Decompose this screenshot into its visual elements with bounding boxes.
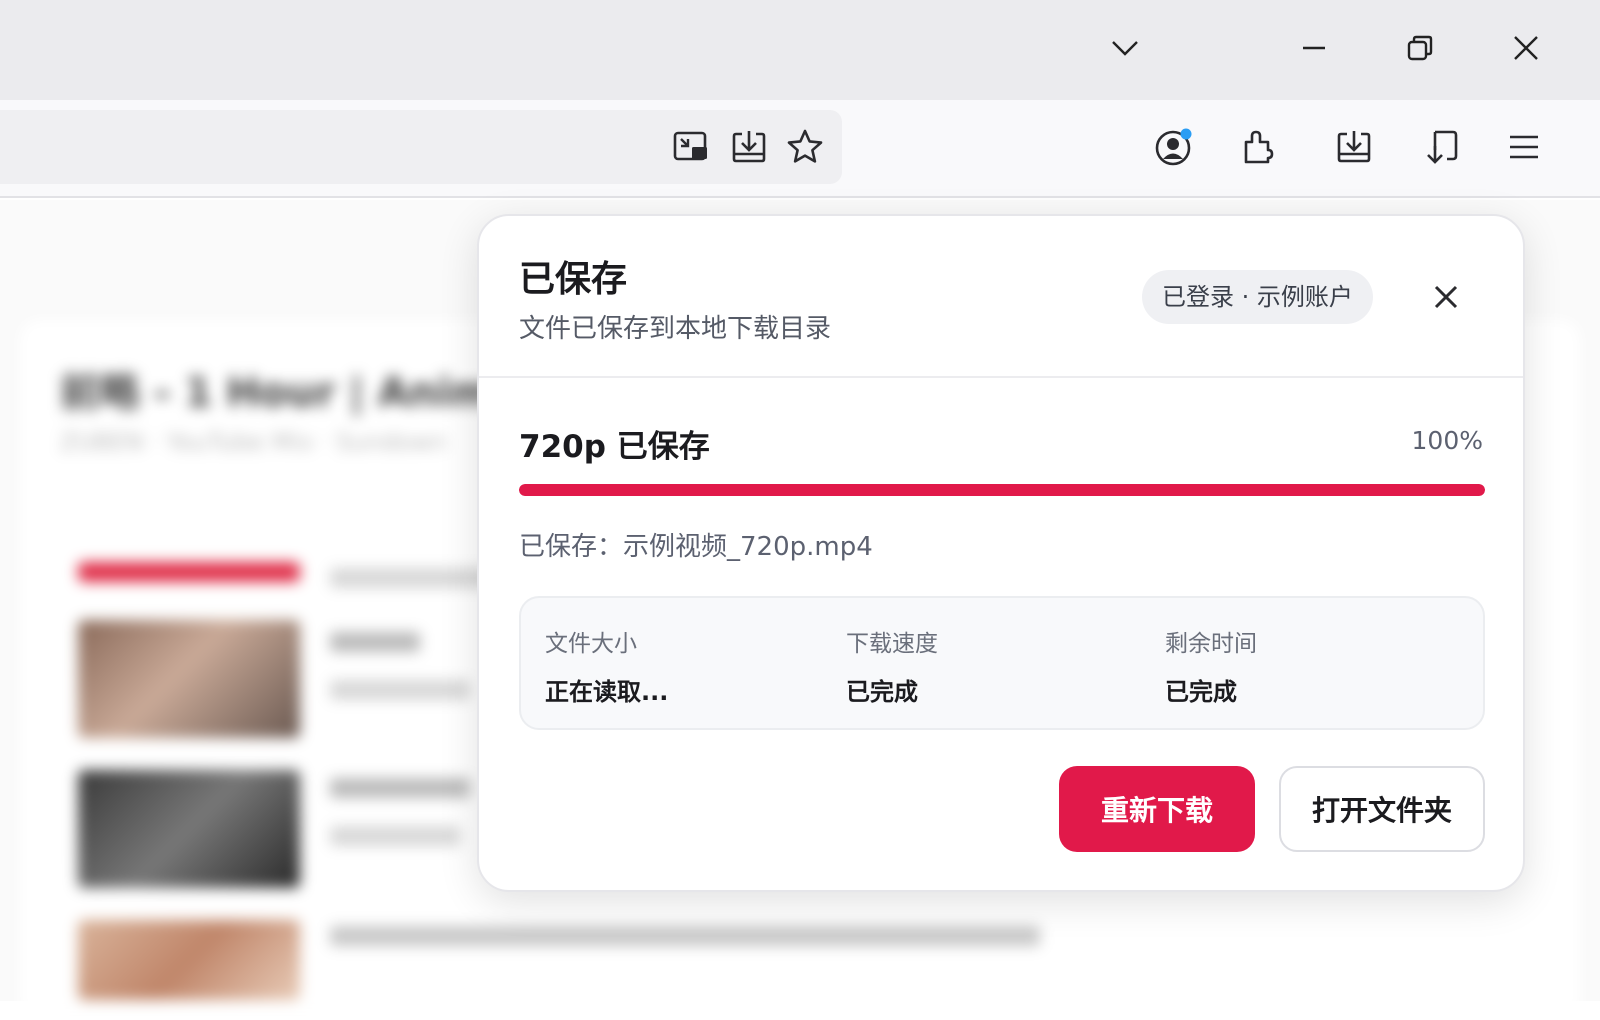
picture-in-picture-icon[interactable] — [667, 123, 715, 171]
background-progress-strip — [78, 562, 300, 582]
saved-file-name: 已保存：示例视频_720p.mp4 — [519, 532, 873, 562]
menu-icon[interactable] — [1500, 123, 1548, 171]
background-text-line — [330, 632, 420, 652]
account-status-badge: 已登录 · 示例账户 — [1142, 270, 1373, 324]
download-status-label: 720p 已保存 — [519, 429, 710, 465]
background-text-line — [330, 826, 460, 846]
chevron-down-icon[interactable] — [1093, 18, 1157, 78]
background-subtitle: ZUBEN · YouTube Mix · Sundown — [60, 428, 447, 456]
progress-bar — [519, 484, 1485, 496]
video-thumbnail — [78, 920, 300, 1000]
time-remaining-stat: 剩余时间 已完成 — [1165, 624, 1257, 707]
background-text-line — [330, 680, 470, 700]
sync-icon[interactable] — [1418, 123, 1466, 171]
restore-icon[interactable] — [1388, 18, 1452, 78]
download-info-box: 文件大小 正在读取... 下载速度 已完成 剩余时间 已完成 — [519, 596, 1485, 730]
bookmark-star-icon[interactable] — [781, 123, 829, 171]
background-text-line — [330, 778, 470, 798]
background-text-line — [330, 926, 1040, 946]
progress-bar-fill — [519, 484, 1485, 496]
background-text-line — [330, 568, 490, 588]
download-speed-label: 下载速度 — [846, 631, 938, 657]
close-icon — [1434, 285, 1458, 309]
video-thumbnail — [78, 770, 300, 888]
panel-divider — [479, 376, 1523, 378]
page-download-icon[interactable] — [725, 123, 773, 171]
panel-subtitle: 文件已保存到本地下载目录 — [519, 314, 832, 344]
file-size-label: 文件大小 — [545, 631, 637, 657]
file-size-value: 正在读取... — [545, 678, 669, 706]
background-title: 前略 - 1 Hour | Anime — [60, 370, 520, 416]
close-icon[interactable] — [1494, 18, 1558, 78]
video-thumbnail — [78, 620, 300, 738]
browser-toolbar — [0, 100, 1600, 198]
redownload-button[interactable]: 重新下载 — [1059, 766, 1255, 852]
open-folder-button[interactable]: 打开文件夹 — [1279, 766, 1485, 852]
panel-title: 已保存 — [519, 259, 628, 300]
downloads-icon[interactable] — [1330, 123, 1378, 171]
minimize-icon[interactable] — [1282, 18, 1346, 78]
account-icon[interactable] — [1150, 123, 1198, 171]
window-titlebar — [0, 0, 1600, 100]
file-size-stat: 文件大小 正在读取... — [545, 624, 668, 707]
download-speed-stat: 下载速度 已完成 — [846, 624, 938, 707]
time-remaining-label: 剩余时间 — [1165, 631, 1257, 657]
panel-close-button[interactable] — [1427, 278, 1465, 316]
time-remaining-value: 已完成 — [1165, 678, 1237, 706]
download-speed-value: 已完成 — [846, 678, 918, 706]
extensions-icon[interactable] — [1235, 123, 1283, 171]
url-bar[interactable] — [0, 110, 842, 184]
download-panel: 已保存 文件已保存到本地下载目录 已登录 · 示例账户 720p 已保存 100… — [477, 214, 1525, 892]
progress-percent: 100% — [1411, 426, 1483, 455]
